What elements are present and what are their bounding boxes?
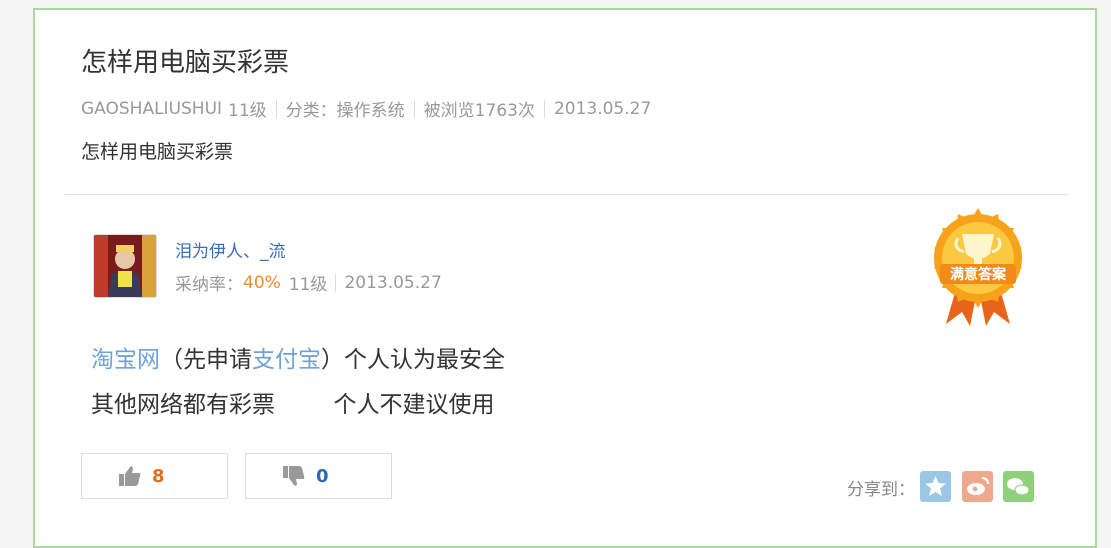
answer-date: 2013.05.27 <box>344 272 442 293</box>
share-wechat-icon[interactable] <box>1003 471 1034 502</box>
question-date: 2013.05.27 <box>553 98 652 119</box>
satisfied-answer-badge-icon: 满意答案 <box>928 208 1028 326</box>
answerer-level: 11级 <box>288 275 328 295</box>
question-author-level: 11级 <box>228 101 267 121</box>
question-author[interactable]: GAOSHALIUSHUI <box>81 99 222 119</box>
alipay-link[interactable]: 支付宝 <box>252 347 321 373</box>
upvote-count: 8 <box>152 465 165 487</box>
section-divider <box>65 194 1069 195</box>
badge-text: 满意答案 <box>950 266 1007 283</box>
question-title: 怎样用电脑买彩票 <box>81 48 290 78</box>
adoption-label: 采纳率： <box>175 275 243 295</box>
meta-separator <box>543 99 545 118</box>
question-category[interactable]: 分类：操作系统 <box>286 96 405 121</box>
adoption-rate: 40% <box>243 272 281 293</box>
meta-separator <box>275 99 277 118</box>
avatar-image <box>94 235 156 297</box>
answer-card: 怎样用电脑买彩票 GAOSHALIUSHUI 11级 分类：操作系统 被浏览17… <box>33 8 1097 548</box>
share-label: 分享到： <box>847 480 915 500</box>
question-views: 被浏览1763次 <box>423 101 535 121</box>
meta-separator <box>413 99 415 118</box>
thumbs-down-icon <box>283 466 305 486</box>
answer-text-end: ）个人认为最安全 <box>321 347 505 373</box>
upvote-button[interactable]: 8 <box>81 453 228 499</box>
thumbs-up-icon <box>119 466 141 486</box>
answerer-username[interactable]: 泪为伊人、_流 <box>175 237 286 262</box>
share-weibo-icon[interactable] <box>962 471 993 502</box>
taobao-link[interactable]: 淘宝网 <box>91 347 160 373</box>
downvote-button[interactable]: 0 <box>245 453 392 499</box>
answer-text-mid: （先申请 <box>160 347 252 373</box>
meta-separator <box>335 273 337 292</box>
question-description: 怎样用电脑买彩票 <box>81 141 234 163</box>
question-meta: GAOSHALIUSHUI 11级 分类：操作系统 被浏览1763次 2013.… <box>81 96 652 122</box>
answerer-meta: 采纳率： 40% 11级 2013.05.27 <box>175 270 442 296</box>
downvote-count: 0 <box>316 465 329 487</box>
share-qzone-icon[interactable] <box>920 471 951 502</box>
avatar[interactable] <box>93 234 157 298</box>
answer-line-2: 其他网络都有彩票 个人不建议使用 <box>91 392 495 418</box>
answer-line-1: 淘宝网（先申请支付宝）个人认为最安全 <box>91 340 505 374</box>
